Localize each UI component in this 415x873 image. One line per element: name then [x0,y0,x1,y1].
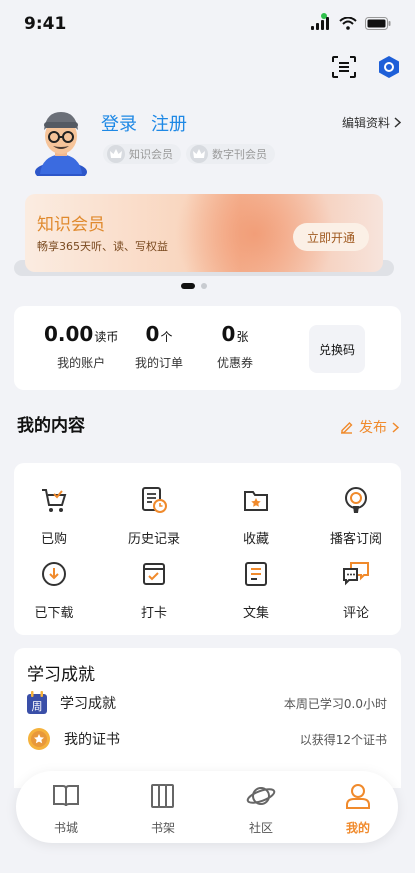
comment-icon [343,562,369,586]
person-icon [346,784,370,809]
account-stats-card: 0.00读币 我的账户 0个 我的订单 0张 优惠券 兑换码 [14,306,401,390]
book-icon [53,785,79,807]
stat-label: 我的订单 [135,356,184,370]
stat-value: 0.00 [44,322,94,346]
achievement-row-study[interactable]: 周 学习成就 本周已学习0.0小时 [26,690,387,716]
achievement-row-certificate[interactable]: 我的证书 以获得12个证书 [26,726,387,752]
chevron-right-icon [394,117,401,128]
auth-links: 登录 注册 [101,110,187,136]
download-icon [42,562,66,586]
publish-button[interactable]: 发布 [339,417,399,437]
cart-icon [42,489,67,512]
weekly-calendar-icon: 周 [27,691,47,714]
grid-item-downloaded[interactable]: 已下载 [14,559,94,621]
banner-title: 知识会员 [37,215,105,235]
redeem-code-button[interactable]: 兑换码 [309,325,365,373]
scan-icon[interactable] [331,55,357,79]
achievement-row-value: 本周已学习0.0小时 [283,696,387,711]
achievement-row-label: 学习成就 [60,696,116,712]
grid-item-podcast[interactable]: 播客订阅 [316,485,396,547]
grid-item-purchased[interactable]: 已购 [14,485,94,547]
settings-icon[interactable] [377,55,401,79]
grid-item-label: 文集 [242,606,269,621]
podcast-icon [345,487,367,513]
tab-label: 社区 [248,821,273,835]
magazine-member-badge[interactable]: 数字刊会员 [186,144,275,164]
banner-subtitle: 畅享365天听、读、写权益 [37,240,168,253]
grid-item-label: 收藏 [242,532,269,547]
carousel-indicator [181,283,207,289]
battery-icon [365,17,391,30]
edit-pen-icon [341,421,353,434]
grid-item-comments[interactable]: 评论 [316,559,396,621]
stat-unit: 个 [160,330,173,344]
tab-label: 书架 [150,821,175,835]
stat-label: 优惠券 [217,356,254,370]
collection-icon [245,562,267,586]
stat-value: 0 [221,322,236,346]
grid-item-checkin[interactable]: 打卡 [114,559,194,621]
my-content-title: 我的内容 [17,416,85,436]
knowledge-member-badge[interactable]: 知识会员 [103,144,181,164]
orders-stat[interactable]: 0个 我的订单 [135,322,183,371]
tab-community[interactable]: 社区 [231,781,291,836]
tab-bookshelf[interactable]: 书架 [133,781,193,836]
svg-text:周: 周 [32,700,43,713]
status-icons [311,17,391,30]
achievements-title: 学习成就 [27,665,95,685]
activate-button[interactable]: 立即开通 [293,223,369,251]
account-stat[interactable]: 0.00读币 我的账户 [44,322,118,371]
history-icon [142,487,167,513]
grid-item-label: 已下载 [34,606,74,621]
achievement-row-label: 我的证书 [64,732,120,748]
my-content-grid: 已购 历史记录 收藏 播客订阅 已下载 打卡 文集 评论 [14,463,401,635]
stat-unit: 张 [236,330,249,344]
planet-icon [246,787,276,805]
tab-label: 我的 [345,821,370,835]
badge-label: 知识会员 [129,148,173,161]
achievement-row-value: 以获得12个证书 [299,732,387,747]
grid-item-label: 评论 [342,606,369,621]
tab-mine[interactable]: 我的 [328,781,388,836]
badge-label: 数字刊会员 [212,148,267,161]
checkin-icon [143,563,165,585]
login-link[interactable]: 登录 [101,110,137,136]
grid-item-favorites[interactable]: 收藏 [216,485,296,547]
avatar[interactable] [26,104,96,176]
grid-item-collection[interactable]: 文集 [216,559,296,621]
grid-item-history[interactable]: 历史记录 [114,485,194,547]
crown-icon [107,145,125,163]
achievements-card: 学习成就 周 学习成就 本周已学习0.0小时 我的证书 以获得12个证书 [14,648,401,788]
stat-unit: 读币 [94,330,119,344]
status-time: 9:41 [24,14,67,34]
favorite-folder-icon [244,491,268,511]
carousel-dot[interactable] [201,283,207,289]
crown-icon [190,145,208,163]
register-link[interactable]: 注册 [151,110,187,136]
wifi-icon [339,17,357,30]
stat-label: 我的账户 [57,356,106,370]
grid-item-label: 已购 [40,532,67,547]
bookshelf-icon [151,784,174,808]
membership-banner[interactable]: 知识会员 畅享365天听、读、写权益 立即开通 [25,194,383,272]
coupons-stat[interactable]: 0张 优惠券 [217,322,253,371]
edit-profile-link[interactable]: 编辑资料 [342,114,401,131]
edit-profile-label: 编辑资料 [341,116,390,130]
signal-icon [311,17,329,30]
chevron-right-icon [392,421,399,433]
grid-item-label: 播客订阅 [329,532,382,547]
tab-bookstore[interactable]: 书城 [36,781,96,836]
carousel-dot-active[interactable] [181,283,195,289]
grid-item-label: 打卡 [140,606,167,621]
stat-value: 0 [145,322,160,346]
bottom-tab-bar: 书城 书架 社区 我的 [16,771,398,843]
tab-label: 书城 [53,821,78,835]
grid-item-label: 历史记录 [127,532,180,547]
certificate-medal-icon [28,728,50,750]
publish-label: 发布 [359,420,387,436]
